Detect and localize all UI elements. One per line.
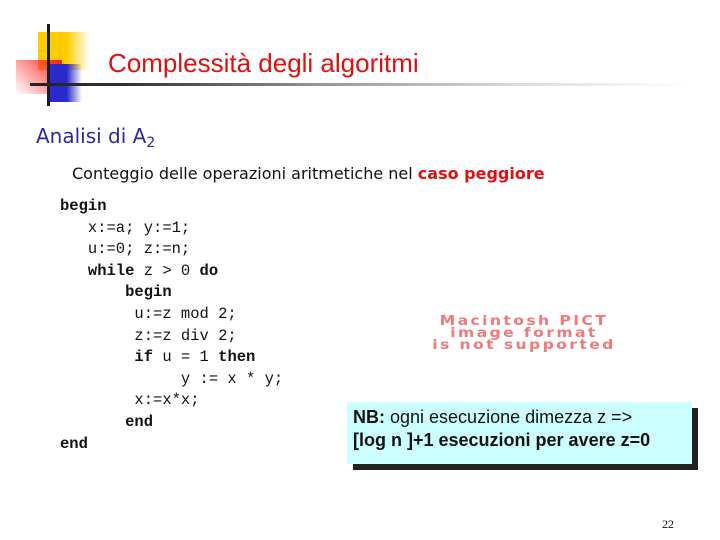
code-text: z > 0 [134,261,200,280]
section-heading: Analisi di A2 [36,124,155,151]
code-keyword: if [134,348,154,367]
note-text-1: ogni esecuzione dimezza z => [385,407,633,427]
page-number: 22 [662,517,674,531]
code-line: if u = 1 then [60,347,283,369]
code-keyword: begin [60,197,107,215]
section-heading-subscript: 2 [146,135,156,151]
title-underline [30,83,690,86]
code-text: y := x * y; [180,369,284,388]
code-keyword: begin [125,283,172,302]
code-block: begin x:=a; y:=1; u:=0; z:=n; while z > … [60,196,283,455]
note-label: NB: [353,407,385,427]
code-line: x:=x*x; [60,390,283,412]
note-line-2: [log n ]+1 esecuzioni per avere z=0 [353,430,651,450]
code-keyword: end [60,434,88,453]
unsupported-image-placeholder: Macintosh PICT image format is not support… [356,315,692,353]
code-text: x:=x*x; [134,391,200,410]
note-line-1: NB: ogni esecuzione dimezza z => [353,406,692,429]
code-line: u:=z mod 2; [60,304,283,326]
decor-vertical-line [47,24,50,106]
code-keyword: do [199,261,219,280]
code-line: z:=z div 2; [60,326,283,348]
code-line: end [60,434,283,456]
code-line: y := x * y; [60,369,283,391]
code-line: u:=0; z:=n; [60,239,283,261]
description: Conteggio delle operazioni aritmetiche n… [72,164,545,183]
code-line: x:=a; y:=1; [60,218,283,240]
note-box: NB: ogni esecuzione dimezza z => [log n … [347,402,692,464]
description-highlight: caso peggiore [417,164,545,183]
slide-title: Complessità degli algoritmi [108,48,419,78]
code-text: z:=z div 2; [134,326,237,345]
code-keyword: end [125,412,154,431]
code-line: end [60,412,283,434]
code-text: x:=a; y:=1; [87,218,191,237]
code-text: u:=z mod 2; [134,304,237,323]
code-line: begin [60,196,283,218]
code-keyword: while [87,261,135,280]
code-text: u:=0; z:=n; [87,240,191,259]
description-text: Conteggio delle operazioni aritmetiche n… [72,164,418,183]
code-line: begin [60,282,283,304]
code-text: u = 1 [153,348,219,367]
section-heading-text: Analisi di A [36,124,147,148]
code-line: while z > 0 do [60,261,283,283]
placeholder-line: is not supported [432,338,616,353]
code-keyword: then [218,348,256,367]
